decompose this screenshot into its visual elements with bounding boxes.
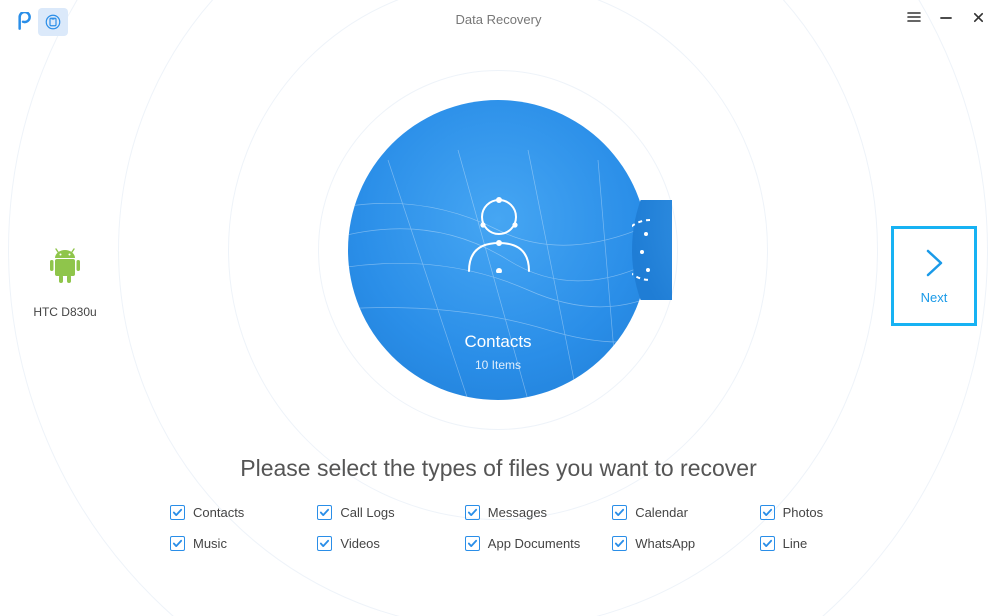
next-category-peek [632,200,672,300]
next-button[interactable]: Next [891,226,977,326]
next-label: Next [921,290,948,305]
checkbox-icon [465,536,480,551]
checkbox-icon [760,505,775,520]
type-label: Photos [783,505,823,520]
type-label: Line [783,536,808,551]
type-messages[interactable]: Messages [465,505,612,520]
close-icon[interactable] [969,8,987,26]
chevron-right-icon [921,248,947,278]
type-music[interactable]: Music [170,536,317,551]
file-types-grid: Contacts Call Logs Messages Calendar Pho… [170,505,907,551]
app-logo-icon[interactable] [8,8,38,36]
type-videos[interactable]: Videos [317,536,464,551]
type-label: Call Logs [340,505,394,520]
window-title: Data Recovery [0,12,997,27]
type-label: Messages [488,505,547,520]
checkbox-icon [170,536,185,551]
type-label: Contacts [193,505,244,520]
type-whatsapp[interactable]: WhatsApp [612,536,759,551]
mode-data-recovery-icon[interactable] [38,8,68,36]
type-call-logs[interactable]: Call Logs [317,505,464,520]
category-disc[interactable]: Contacts 10 Items [348,100,648,400]
device-panel: HTC D830u [20,248,110,319]
type-line[interactable]: Line [760,536,907,551]
type-app-documents[interactable]: App Documents [465,536,612,551]
type-label: Music [193,536,227,551]
type-label: WhatsApp [635,536,695,551]
type-label: Calendar [635,505,688,520]
android-icon [48,248,82,288]
menu-icon[interactable] [905,8,923,26]
checkbox-icon [760,536,775,551]
checkbox-icon [612,505,627,520]
contacts-icon [463,195,535,273]
checkbox-icon [170,505,185,520]
type-photos[interactable]: Photos [760,505,907,520]
device-name: HTC D830u [20,305,110,319]
checkbox-icon [317,536,332,551]
checkbox-icon [317,505,332,520]
type-label: App Documents [488,536,581,551]
type-contacts[interactable]: Contacts [170,505,317,520]
minimize-icon[interactable] [937,8,955,26]
type-label: Videos [340,536,380,551]
checkbox-icon [465,505,480,520]
checkbox-icon [612,536,627,551]
instruction-text: Please select the types of files you wan… [0,455,997,482]
type-calendar[interactable]: Calendar [612,505,759,520]
